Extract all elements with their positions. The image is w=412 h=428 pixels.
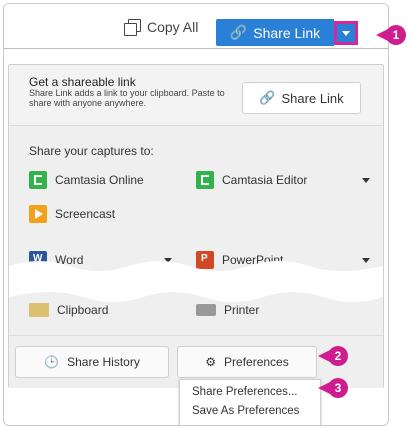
share-history-label: Share History	[67, 355, 140, 369]
share-history-button[interactable]: 🕒 Share History	[15, 346, 169, 378]
share-link-top-label: Share Link	[253, 24, 321, 41]
preferences-button[interactable]: ⚙ Preferences	[177, 346, 317, 378]
copy-icon	[124, 19, 141, 36]
clipboard-label: Clipboard	[57, 303, 109, 317]
share-panel: Get a shareable link Share Link adds a l…	[8, 64, 384, 388]
callout-2: 2	[318, 346, 348, 366]
shareable-link-section: Get a shareable link Share Link adds a l…	[9, 65, 383, 126]
printer-label: Printer	[224, 303, 260, 317]
menu-share-preferences[interactable]: Share Preferences...	[192, 386, 297, 398]
chevron-down-icon	[342, 31, 350, 36]
share-link-panel-label: Share Link	[281, 90, 344, 106]
copy-all-button[interactable]: Copy All	[124, 16, 198, 38]
camtasia-online-label: Camtasia Online	[55, 173, 144, 187]
printer-icon	[196, 304, 216, 316]
screencast-icon	[29, 205, 47, 223]
history-icon: 🕒	[44, 355, 60, 369]
copy-all-label: Copy All	[147, 19, 199, 35]
link-icon: 🔗	[259, 90, 276, 105]
link-icon-top: 🔗	[229, 24, 248, 40]
get-link-title: Get a shareable link	[29, 75, 136, 89]
dest-screencast[interactable]: Screencast	[29, 205, 115, 223]
share-captures-title: Share your captures to:	[29, 144, 154, 158]
camtasia-online-icon	[29, 171, 47, 189]
dest-printer[interactable]: Printer	[196, 303, 259, 317]
preferences-label: Preferences	[224, 355, 289, 369]
preferences-menu: Share Preferences... Save As Preferences	[179, 379, 321, 425]
get-link-description: Share Link adds a link to your clipboard…	[29, 88, 225, 108]
callout-3: 3	[318, 378, 348, 398]
menu-save-as-preferences[interactable]: Save As Preferences	[192, 405, 299, 417]
dest-camtasia-editor[interactable]: Camtasia Editor	[196, 171, 307, 189]
dest-clipboard[interactable]: Clipboard	[29, 303, 108, 317]
gear-icon: ⚙	[205, 355, 217, 369]
clipboard-icon	[29, 303, 49, 317]
share-dropdown-button[interactable]	[334, 21, 358, 45]
camtasia-editor-icon	[196, 171, 214, 189]
callout-1: 1	[376, 25, 406, 45]
share-link-panel-button[interactable]: 🔗 Share Link	[242, 82, 361, 114]
camtasia-editor-dropdown-icon[interactable]	[362, 178, 370, 183]
dest-camtasia-online[interactable]: Camtasia Online	[29, 171, 144, 189]
camtasia-editor-label: Camtasia Editor	[222, 173, 308, 187]
screencast-label: Screencast	[55, 207, 116, 221]
share-link-top-button[interactable]: 🔗 Share Link	[216, 19, 334, 46]
